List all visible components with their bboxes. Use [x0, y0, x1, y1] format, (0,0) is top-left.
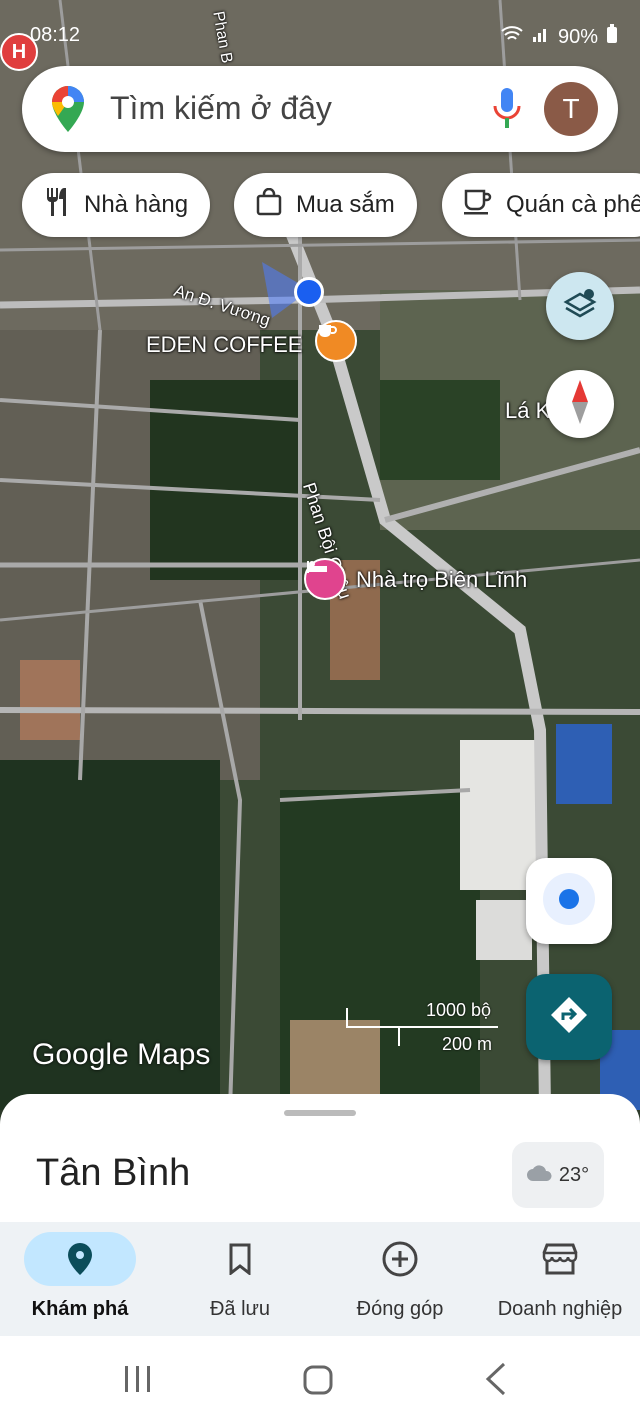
directions-icon — [550, 996, 588, 1039]
microphone-icon[interactable] — [492, 88, 522, 135]
place-label-la: Lá K — [505, 398, 551, 423]
nav-business[interactable]: Doanh nghiệp — [480, 1222, 640, 1336]
poi-label-eden-coffee[interactable]: EDEN COFFEE — [146, 332, 302, 358]
chip-label: Nhà hàng — [84, 191, 189, 218]
storefront-icon — [504, 1232, 616, 1286]
hotel-poi-icon[interactable] — [304, 558, 346, 600]
chip-cafes[interactable]: Quán cà phê — [442, 173, 640, 237]
temperature: 23° — [558, 1163, 590, 1186]
compass-button[interactable] — [546, 370, 614, 438]
nav-saved[interactable]: Đã lưu — [160, 1222, 320, 1336]
wifi-icon — [500, 25, 524, 49]
layers-button[interactable] — [546, 272, 614, 340]
directions-button[interactable] — [526, 974, 612, 1060]
search-bar[interactable]: Tìm kiếm ở đây T — [22, 66, 618, 152]
sheet-drag-handle[interactable] — [284, 1110, 356, 1116]
explore-pin-icon — [24, 1232, 136, 1286]
scale-meters: 200 m — [442, 1034, 493, 1054]
layers-icon — [563, 288, 597, 325]
nav-explore[interactable]: Khám phá — [0, 1222, 160, 1336]
nav-label: Đóng góp — [356, 1298, 444, 1320]
add-circle-icon — [344, 1232, 456, 1286]
battery-percent: 90% — [557, 25, 598, 48]
chip-restaurants[interactable]: Nhà hàng — [22, 173, 211, 237]
nav-label: Khám phá — [31, 1298, 129, 1320]
system-navigation-bar — [0, 1336, 640, 1422]
bookmark-icon — [184, 1232, 296, 1286]
coffee-icon — [464, 189, 492, 222]
my-location-icon — [539, 869, 599, 934]
account-avatar[interactable]: T — [544, 82, 598, 136]
weather-badge[interactable]: 23° — [512, 1142, 604, 1208]
home-icon[interactable] — [302, 1364, 334, 1401]
back-icon[interactable] — [484, 1362, 508, 1401]
google-maps-pin-icon — [52, 86, 84, 137]
chip-shopping[interactable]: Mua sắm — [234, 173, 417, 237]
restaurant-icon — [44, 187, 70, 223]
status-bar: 08:12 90% — [0, 0, 640, 60]
nav-label: Đã lưu — [209, 1298, 271, 1320]
signal-icon — [532, 25, 550, 49]
recent-apps-icon[interactable] — [122, 1364, 154, 1399]
shopping-bag-icon — [256, 187, 282, 223]
status-time: 08:12 — [30, 24, 81, 46]
nav-label: Doanh nghiệp — [497, 1298, 623, 1320]
my-location-dot — [294, 277, 324, 307]
place-title: Tân Bình — [36, 1152, 191, 1194]
chip-label: Mua sắm — [296, 191, 395, 218]
bottom-sheet[interactable]: Tân Bình 23° — [0, 1094, 640, 1234]
my-location-button[interactable] — [526, 858, 612, 944]
nav-contribute[interactable]: Đóng góp — [320, 1222, 480, 1336]
google-maps-watermark: Google Maps — [32, 1038, 211, 1071]
search-placeholder[interactable]: Tìm kiếm ở đây — [110, 90, 332, 127]
cloud-icon — [526, 1164, 553, 1187]
hospital-poi-icon[interactable]: H — [0, 33, 38, 71]
poi-label-nha-tro[interactable]: Nhà trọ Biên Lĩnh — [356, 567, 527, 593]
battery-icon — [606, 24, 618, 50]
bottom-navigation: Khám phá Đã lưu Đóng góp Doanh nghiệp — [0, 1222, 640, 1336]
chip-label: Quán cà phê — [506, 191, 640, 218]
compass-icon — [570, 379, 590, 429]
coffee-poi-icon[interactable] — [315, 320, 357, 362]
scale-feet: 1000 bộ — [426, 1000, 492, 1020]
